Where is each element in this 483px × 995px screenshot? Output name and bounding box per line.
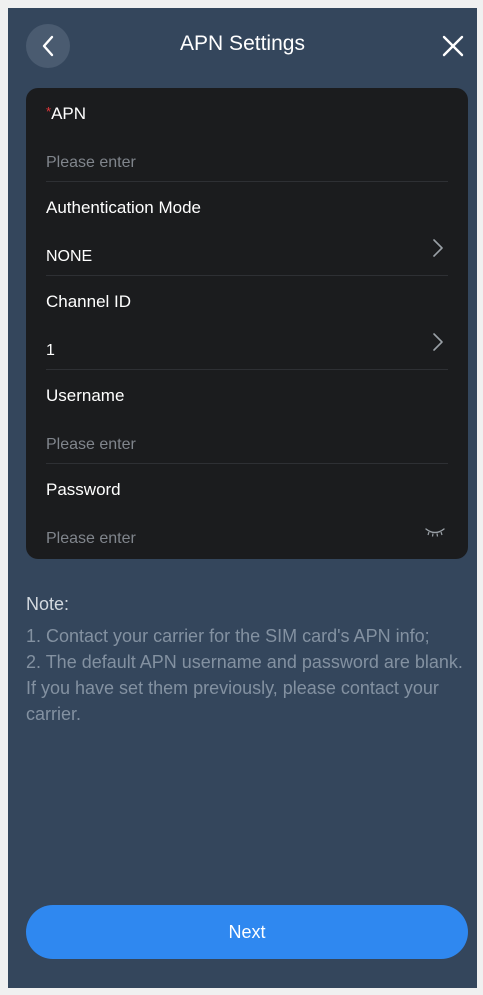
note-line-2: 2. The default APN username and password… [26,652,463,724]
chevron-right-icon [433,239,443,257]
chevron-right-icon [433,333,443,351]
password-input[interactable]: Please enter [46,530,136,548]
apn-settings-screen: APN Settings *APN Please enter Authentic… [8,8,477,988]
username-field[interactable]: Username Please enter [46,370,448,464]
channel-id-value: 1 [46,342,55,359]
apn-field[interactable]: *APN Please enter [46,88,448,182]
note-title: Note: [26,594,70,614]
apn-input[interactable]: Please enter [46,154,136,172]
eye-closed-icon[interactable] [424,526,446,538]
apn-label: APN [51,104,87,123]
next-button[interactable]: Next [26,905,468,959]
channel-id-label: Channel ID [46,292,132,311]
header: APN Settings [8,8,477,84]
password-label: Password [46,480,121,499]
username-label: Username [46,386,125,405]
password-field[interactable]: Password Please enter [46,464,448,558]
authentication-mode-select[interactable]: Authentication Mode NONE [46,182,448,276]
close-icon[interactable] [439,32,467,60]
note-line-1: 1. Contact your carrier for the SIM card… [26,626,430,646]
authentication-mode-value: NONE [46,248,93,265]
page-title: APN Settings [180,32,305,55]
channel-id-select[interactable]: Channel ID 1 [46,276,448,370]
username-input[interactable]: Please enter [46,436,136,454]
authentication-mode-label: Authentication Mode [46,198,201,217]
note-section: Note: 1. Contact your carrier for the SI… [26,591,468,727]
apn-form-card: *APN Please enter Authentication Mode NO… [26,88,468,559]
